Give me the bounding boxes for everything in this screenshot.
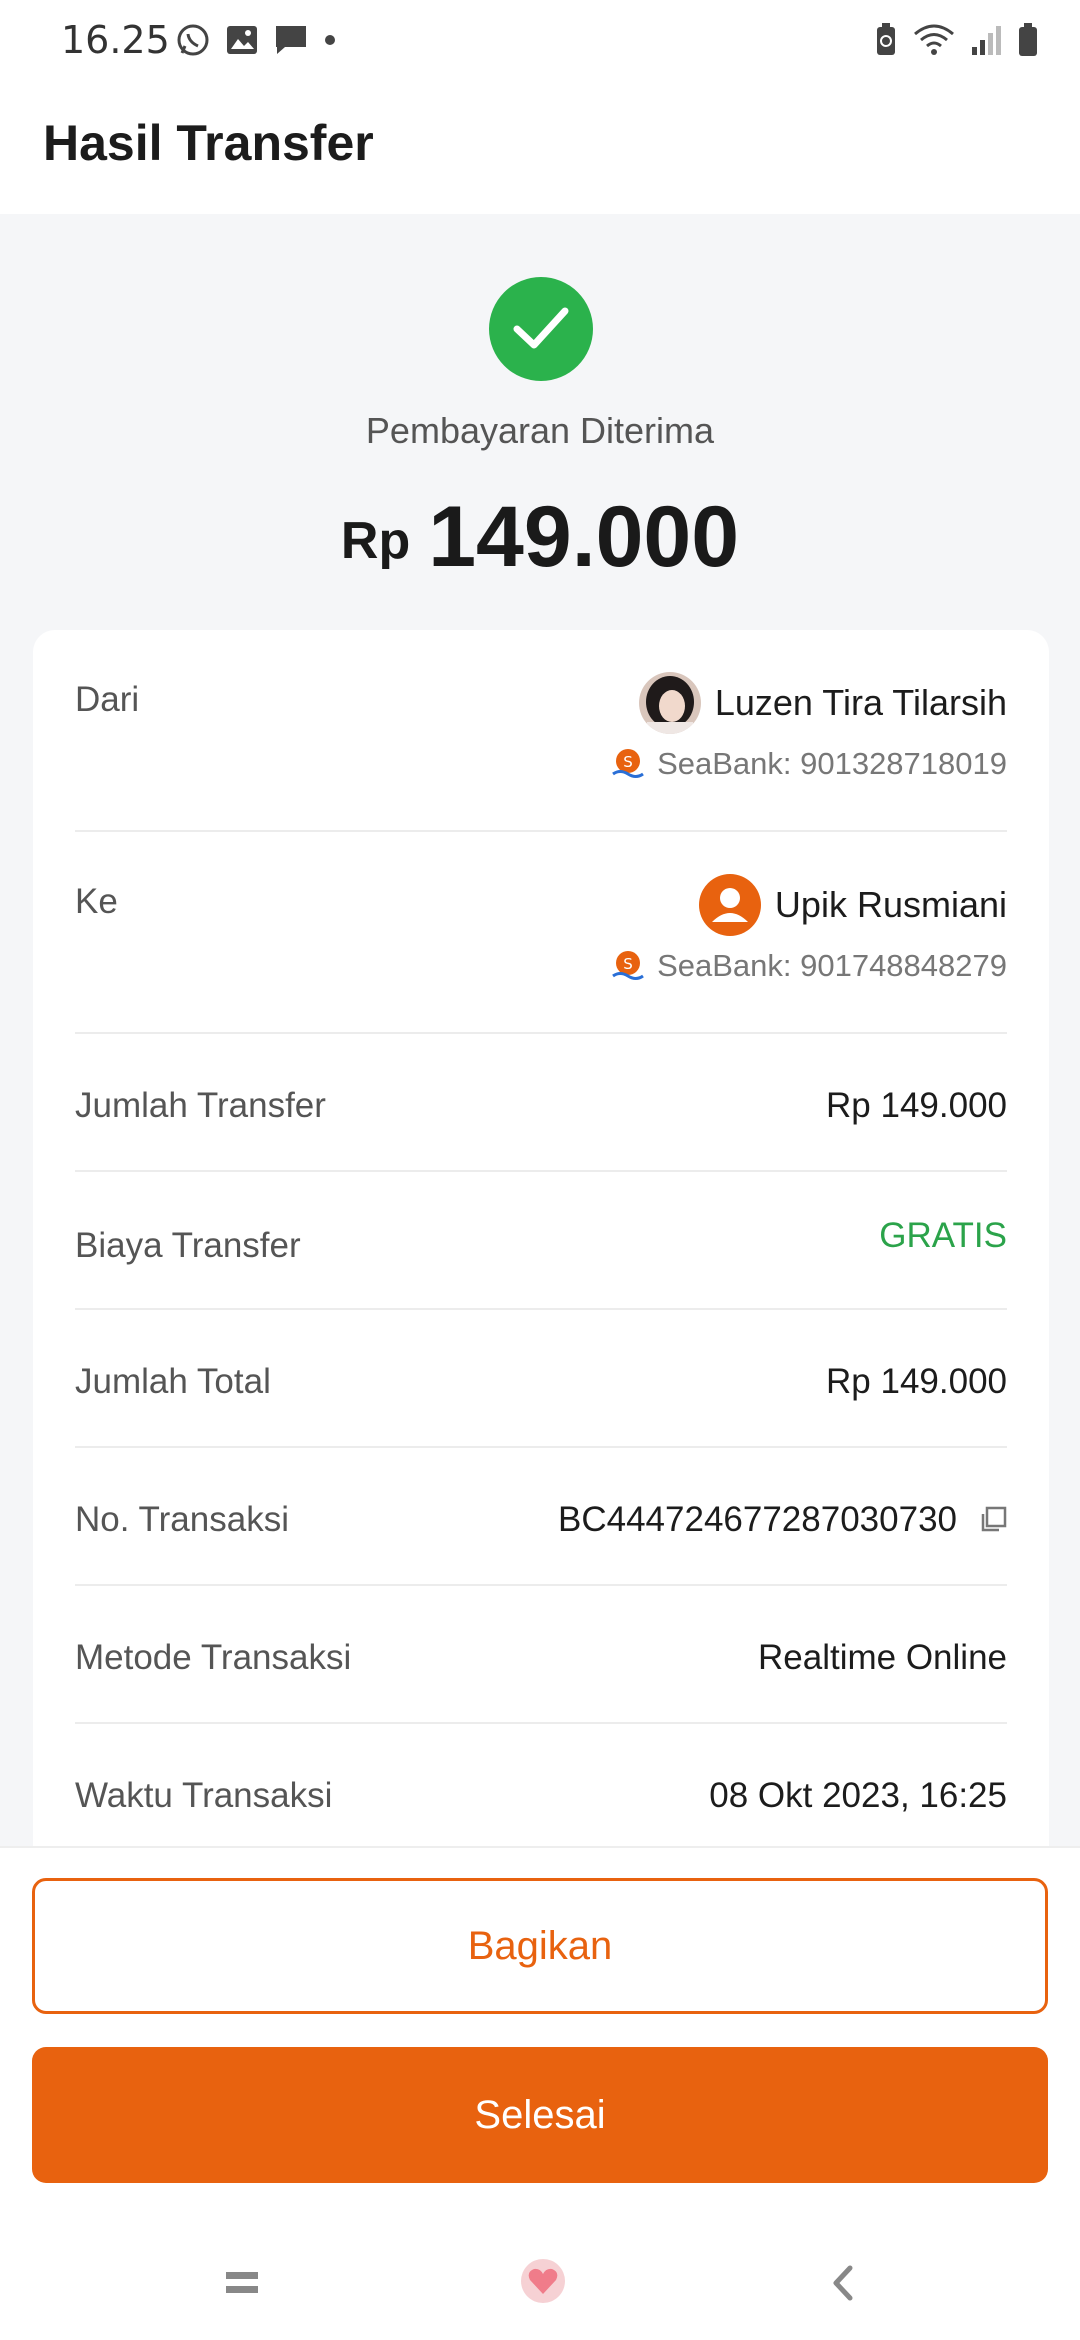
from-row: Dari Luzen Tira Tilarsih S SeaBank: 9013… <box>75 630 1007 832</box>
to-name: Upik Rusmiani <box>698 874 1007 936</box>
recent-apps-icon[interactable] <box>224 2268 260 2298</box>
fee-free-badge: GRATIS <box>879 1216 1007 1255</box>
from-name: Luzen Tira Tilarsih <box>638 672 1007 734</box>
transfer-amount-row: Jumlah Transfer Rp 149.000 <box>75 1034 1007 1172</box>
from-bank: S SeaBank: 901328718019 <box>611 746 1007 782</box>
share-button[interactable]: Bagikan <box>32 1878 1048 2014</box>
page-title: Hasil Transfer <box>43 115 374 171</box>
transfer-fee-row: Biaya Transfer GRATIS <box>75 1172 1007 1310</box>
transaction-detail-card: Dari Luzen Tira Tilarsih S SeaBank: 9013… <box>33 630 1049 1890</box>
to-label: Ke <box>75 882 118 921</box>
transaction-time-row: Waktu Transaksi 08 Okt 2023, 16:25 <box>75 1724 1007 1862</box>
detail-value: Realtime Online <box>758 1638 1007 1677</box>
transaction-method-row: Metode Transaksi Realtime Online <box>75 1586 1007 1724</box>
to-bank: S SeaBank: 901748848279 <box>611 948 1007 984</box>
recipient-avatar-icon <box>698 874 761 936</box>
seabank-icon: S <box>612 951 644 980</box>
total-amount-row: Jumlah Total Rp 149.000 <box>75 1310 1007 1448</box>
transaction-id-row: No. Transaksi BC444724677287030730 <box>75 1448 1007 1586</box>
detail-label: Jumlah Total <box>75 1362 271 1401</box>
svg-text:S: S <box>623 955 633 973</box>
signal-icon <box>972 26 1001 55</box>
transaction-id: BC444724677287030730 <box>558 1500 1007 1540</box>
message-icon <box>276 26 306 54</box>
from-label: Dari <box>75 680 140 719</box>
seabank-icon: S <box>612 749 644 778</box>
sender-avatar <box>638 672 701 734</box>
detail-value: Rp 149.000 <box>826 1086 1007 1125</box>
copy-icon[interactable] <box>979 1506 1007 1534</box>
amount-value: 149.000 <box>428 489 740 585</box>
battery-saver-icon <box>877 23 895 55</box>
detail-label: No. Transaksi <box>75 1500 289 1539</box>
detail-value: 08 Okt 2023, 16:25 <box>709 1776 1007 1815</box>
home-icon[interactable] <box>518 2258 568 2304</box>
payment-status-text: Pembayaran Diterima <box>365 410 715 451</box>
detail-value: Rp 149.000 <box>826 1362 1007 1401</box>
dot-icon <box>325 35 335 45</box>
battery-icon <box>1019 23 1037 56</box>
detail-label: Jumlah Transfer <box>75 1086 326 1125</box>
done-button[interactable]: Selesai <box>32 2047 1048 2183</box>
detail-label: Waktu Transaksi <box>75 1776 333 1815</box>
success-check-icon <box>489 277 593 381</box>
detail-label: Biaya Transfer <box>75 1226 301 1265</box>
status-bar: 16.25 <box>0 0 1080 82</box>
app-header: Hasil Transfer <box>0 82 1080 214</box>
back-icon[interactable] <box>830 2264 856 2302</box>
amount-currency: Rp <box>340 512 411 570</box>
wifi-icon <box>914 24 954 55</box>
gallery-icon <box>227 26 257 54</box>
system-nav-bar <box>0 2210 1080 2340</box>
to-row: Ke Upik Rusmiani S SeaBank: 901748848279 <box>75 832 1007 1034</box>
status-time: 16.25 <box>61 18 170 62</box>
detail-label: Metode Transaksi <box>75 1638 352 1677</box>
whatsapp-icon <box>177 24 209 56</box>
svg-text:S: S <box>623 753 633 771</box>
transfer-amount: Rp 149.000 <box>0 488 1080 587</box>
